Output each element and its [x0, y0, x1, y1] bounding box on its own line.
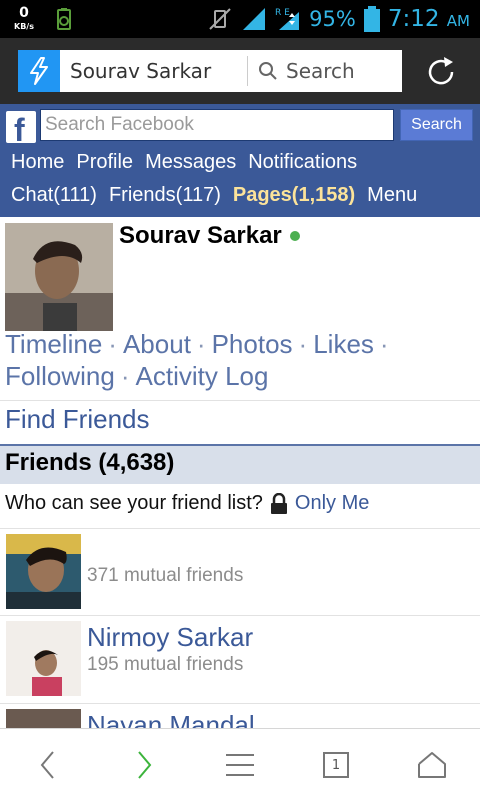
friend-name[interactable]: Nirmoy Sarkar — [87, 622, 253, 653]
profile-name-text: Sourav Sarkar — [119, 222, 282, 249]
address-bar[interactable]: Sourav Sarkar Search — [18, 50, 402, 92]
address-divider — [247, 56, 248, 86]
refresh-icon[interactable] — [424, 55, 458, 89]
facebook-header: f Search Home Profile Messages Notificat… — [0, 104, 480, 217]
network-speed: 0 KB/s — [14, 6, 34, 34]
nav-messages[interactable]: Messages — [145, 151, 236, 181]
battery-saver-icon — [57, 8, 71, 30]
nav-notifications[interactable]: Notifications — [248, 151, 357, 181]
home-button[interactable] — [402, 729, 462, 800]
profile-links: Timeline · About · Photos · Likes · Following · A… — [5, 329, 389, 391]
nav-pages[interactable]: Pages(1,158) — [233, 184, 355, 214]
privacy-value-link[interactable]: Only Me — [295, 492, 369, 515]
vibrate-off-icon — [209, 8, 231, 30]
mutual-friends-count: 371 mutual friends — [87, 565, 244, 586]
back-button[interactable] — [18, 729, 78, 800]
back-icon — [40, 751, 54, 779]
mutual-friends-count: 195 mutual friends — [87, 654, 244, 675]
friend-row[interactable]: 371 mutual friends — [0, 528, 480, 616]
facebook-search-button[interactable]: Search — [400, 109, 473, 141]
nav-home[interactable]: Home — [11, 151, 64, 181]
tab-count: 1 — [331, 757, 341, 773]
network-tag: R E — [275, 8, 290, 18]
online-status-dot — [289, 231, 300, 241]
forward-button[interactable] — [114, 729, 174, 800]
lightning-icon[interactable] — [18, 50, 60, 92]
link-following[interactable]: Following — [5, 361, 115, 391]
menu-button[interactable] — [210, 729, 270, 800]
home-icon — [418, 752, 446, 778]
friend-row[interactable]: Nirmoy Sarkar 195 mutual friends — [0, 615, 480, 703]
battery-icon — [363, 6, 380, 32]
divider — [0, 400, 480, 401]
facebook-logo-icon[interactable]: f — [6, 111, 36, 148]
nav-menu[interactable]: Menu — [367, 184, 417, 214]
signal-icon — [243, 8, 266, 30]
link-timeline[interactable]: Timeline — [5, 329, 102, 359]
profile-picture[interactable] — [5, 223, 113, 331]
tabs-icon: 1 — [323, 752, 349, 778]
facebook-search-input[interactable] — [40, 109, 394, 141]
clock-suffix: AM — [446, 12, 470, 30]
link-activity-log[interactable]: Activity Log — [136, 361, 269, 391]
clock: 7:12 AM — [388, 6, 470, 32]
nav-friends[interactable]: Friends(117) — [109, 184, 221, 214]
friend-avatar[interactable] — [6, 621, 81, 696]
privacy-question: Who can see your friend list? — [5, 492, 263, 514]
tabs-button[interactable]: 1 — [306, 729, 366, 800]
link-about[interactable]: About — [123, 329, 191, 359]
page-title[interactable]: Sourav Sarkar — [70, 50, 211, 92]
browser-toolbar: Sourav Sarkar Search — [0, 38, 480, 104]
battery-percent: 95% — [309, 7, 356, 31]
find-friends-link[interactable]: Find Friends — [5, 404, 150, 435]
roaming-data-icon: R E — [275, 8, 300, 30]
browser-search-button[interactable]: Search — [258, 50, 355, 92]
status-bar: 0 KB/s R E 95% 7:12 AM — [0, 0, 480, 38]
browser-search-label: Search — [286, 59, 355, 83]
menu-icon — [226, 754, 254, 776]
browser-bottom-toolbar: 1 — [0, 728, 480, 800]
network-speed-value: 0 — [19, 5, 29, 21]
forward-icon — [138, 751, 152, 779]
link-photos[interactable]: Photos — [212, 329, 293, 359]
network-speed-unit: KB/s — [14, 22, 34, 31]
friend-avatar[interactable] — [6, 534, 81, 609]
link-likes[interactable]: Likes — [313, 329, 374, 359]
nav-row-secondary: Chat(111) Friends(117) Pages(1,158) Menu — [11, 184, 417, 214]
clock-time: 7:12 — [387, 6, 440, 32]
friends-count-title: Friends (4,638) — [5, 449, 175, 476]
friends-section-header: Friends (4,638) — [0, 444, 480, 484]
nav-profile[interactable]: Profile — [76, 151, 133, 181]
lock-icon — [270, 492, 287, 514]
nav-chat[interactable]: Chat(111) — [11, 184, 97, 214]
nav-row-primary: Home Profile Messages Notifications — [11, 151, 357, 181]
search-icon — [259, 62, 277, 80]
profile-name: Sourav Sarkar — [119, 222, 300, 250]
friend-list-privacy: Who can see your friend list? Only Me — [5, 492, 369, 515]
